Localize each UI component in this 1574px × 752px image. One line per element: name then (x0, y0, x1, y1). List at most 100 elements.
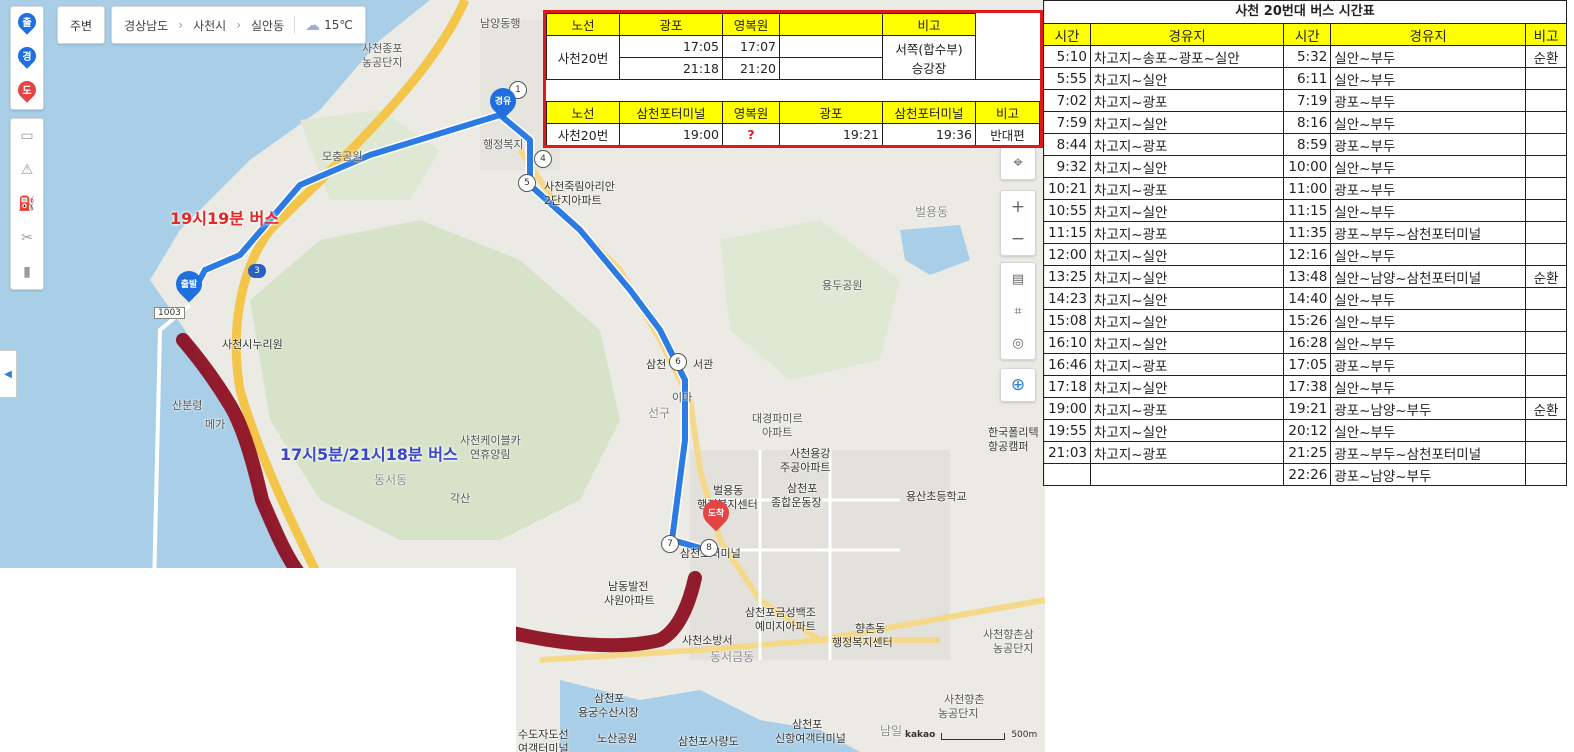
remark-cell: 반대편 (975, 123, 1040, 145)
remark-cell (1525, 331, 1567, 354)
header-cell: 삼천포터미널 (882, 101, 976, 124)
departure-time-cell: 21:03 (1043, 441, 1091, 464)
route-label-19h19: 19시19분 버스 (170, 209, 279, 228)
breadcrumb-province[interactable]: 경상남도 (124, 17, 168, 34)
table-row: 21:03 차고지~광포 21:25 광포~부두~삼천포터미널 (1043, 441, 1567, 464)
add-pin-icon: ⊕ (1010, 375, 1026, 395)
route-cell: 광포~남양~부두 (1330, 463, 1526, 486)
via-pin-button[interactable]: 경 (11, 41, 43, 75)
hill-area-east (720, 220, 900, 380)
arrival-time-cell: 11:15 (1283, 199, 1332, 222)
place-label: 용두공원 (822, 279, 863, 292)
arrival-time-cell: 16:28 (1283, 331, 1332, 354)
remark-cell (1525, 133, 1567, 156)
route-cell: 차고지~광포 (1089, 441, 1285, 464)
route-cell: 차고지~광포 (1089, 177, 1285, 200)
header-cell: 광포 (779, 101, 883, 124)
place-label: 신항여객터미널 (775, 732, 846, 745)
route-cell: 사천20번 (546, 35, 620, 80)
place-label: 이마 (672, 391, 693, 404)
route-cell: 광포~부두 (1330, 177, 1526, 200)
arrival-time-cell: 13:48 (1283, 265, 1332, 288)
table-row: 14:23 차고지~실안 14:40 실안~부두 (1043, 287, 1567, 310)
place-label: 용궁수산시장 (578, 706, 639, 719)
remark-cell (1525, 353, 1567, 376)
place-label: 여객터미널 (518, 742, 569, 752)
remark-cell (1525, 419, 1567, 442)
route-cell: 차고지~광포 (1089, 397, 1285, 420)
route-cell: 광포~부두 (1330, 89, 1526, 112)
compass-icon[interactable]: ◎ (1001, 327, 1035, 359)
remark-line: 승강장 (911, 60, 947, 76)
panel-toggle-icon[interactable]: ◀ (0, 350, 17, 398)
route-cell: 차고지~실안 (1089, 287, 1285, 310)
header-cell: 광포 (619, 13, 723, 36)
route-stop-marker[interactable]: 8 (700, 539, 718, 557)
cctv-icon[interactable]: ▭ (11, 119, 43, 153)
breadcrumb-dong[interactable]: 실안동 (251, 17, 284, 34)
place-label: 행정복지 (483, 138, 524, 151)
empty-cell (779, 35, 883, 58)
traffic-light-icon[interactable]: ▮ (11, 255, 43, 289)
remark-cell: 순환 (1525, 45, 1567, 68)
route-cell: 차고지~실안 (1089, 265, 1285, 288)
restaurant-icon[interactable]: ✂ (11, 221, 43, 255)
gas-station-icon[interactable]: ⛽ (11, 187, 43, 221)
time-cell: 17:07 (722, 35, 780, 58)
place-label: 사천시누리원 (222, 338, 283, 351)
start-pin-label: 출 (22, 18, 32, 29)
route-cell: 광포~남양~부두 (1330, 397, 1526, 420)
route-stop-marker[interactable]: 4 (534, 150, 552, 168)
route-stop-marker[interactable]: 7 (661, 535, 679, 553)
header-cell: 시간 (1043, 23, 1091, 46)
arrival-time-cell: 22:26 (1283, 463, 1332, 486)
route-cell: 실안~부두 (1330, 287, 1526, 310)
remark-cell (1525, 67, 1567, 90)
unknown-time-cell: ? (722, 123, 780, 145)
add-place-button[interactable]: ⊕ (1000, 368, 1036, 402)
departure-time-cell: 14:23 (1043, 287, 1091, 310)
via-marker-label: 경유 (494, 97, 512, 107)
nearby-button[interactable]: 주변 (57, 6, 106, 44)
place-label: 노산공원 (597, 732, 638, 745)
chevron-right-icon: › (236, 18, 242, 32)
start-pin-button[interactable]: 출 (11, 7, 43, 41)
remark-cell: 서쪽(합수부) 승강장 (882, 35, 976, 80)
route-cell: 차고지~광포 (1089, 133, 1285, 156)
departure-overlay-table: 노선 광포 영복원 비고 사천20번 17:05 17:07 서쪽(합수부) 승… (543, 10, 1043, 148)
table-header-row: 노선 광포 영복원 비고 (546, 13, 1040, 36)
zoom-out-button[interactable]: − (1001, 223, 1035, 255)
temperature: 15℃ (324, 18, 353, 32)
place-label: 농공단지 (362, 56, 403, 69)
route-cell: 사천20번 (546, 123, 620, 145)
map-topbar: 주변 경상남도 › 사천시 › 실안동 ☁ 15℃ (57, 6, 366, 44)
route-cell: 실안~부두 (1330, 243, 1526, 266)
ruler-icon[interactable]: ▤ (1001, 263, 1035, 295)
hill-area (250, 220, 620, 540)
route-stop-marker[interactable]: 6 (669, 353, 687, 371)
my-location-button[interactable]: ⌖ (1000, 146, 1036, 180)
destination-pin-button[interactable]: 도 (11, 75, 43, 109)
via-pin-label: 경 (22, 52, 32, 63)
remark-cell (1525, 221, 1567, 244)
place-label: 동서금동 (710, 650, 755, 664)
departure-time-cell: 10:55 (1043, 199, 1091, 222)
area-icon[interactable]: ⌗ (1001, 295, 1035, 327)
arrival-time-cell: 10:00 (1283, 155, 1332, 178)
time-cell: 21:20 (722, 57, 780, 80)
departure-time-cell: 7:59 (1043, 111, 1091, 134)
warning-icon[interactable]: ⚠ (11, 153, 43, 187)
place-label: 농공단지 (993, 642, 1034, 655)
route-label-17h05-21h18: 17시5분/21시18분 버스 (280, 445, 458, 464)
breadcrumb-city[interactable]: 사천시 (193, 17, 226, 34)
place-label: 서관 (693, 358, 714, 371)
remark-cell (1525, 199, 1567, 222)
zoom-in-button[interactable]: + (1001, 191, 1035, 223)
remark-cell (1525, 375, 1567, 398)
arrival-time-cell: 14:40 (1283, 287, 1332, 310)
time-cell: 21:18 (619, 57, 723, 80)
place-label: 항공캠퍼 (988, 440, 1029, 453)
route-stop-marker[interactable]: 5 (518, 174, 536, 192)
header-cell: 경유지 (1089, 23, 1285, 46)
arrival-time-cell: 12:16 (1283, 243, 1332, 266)
